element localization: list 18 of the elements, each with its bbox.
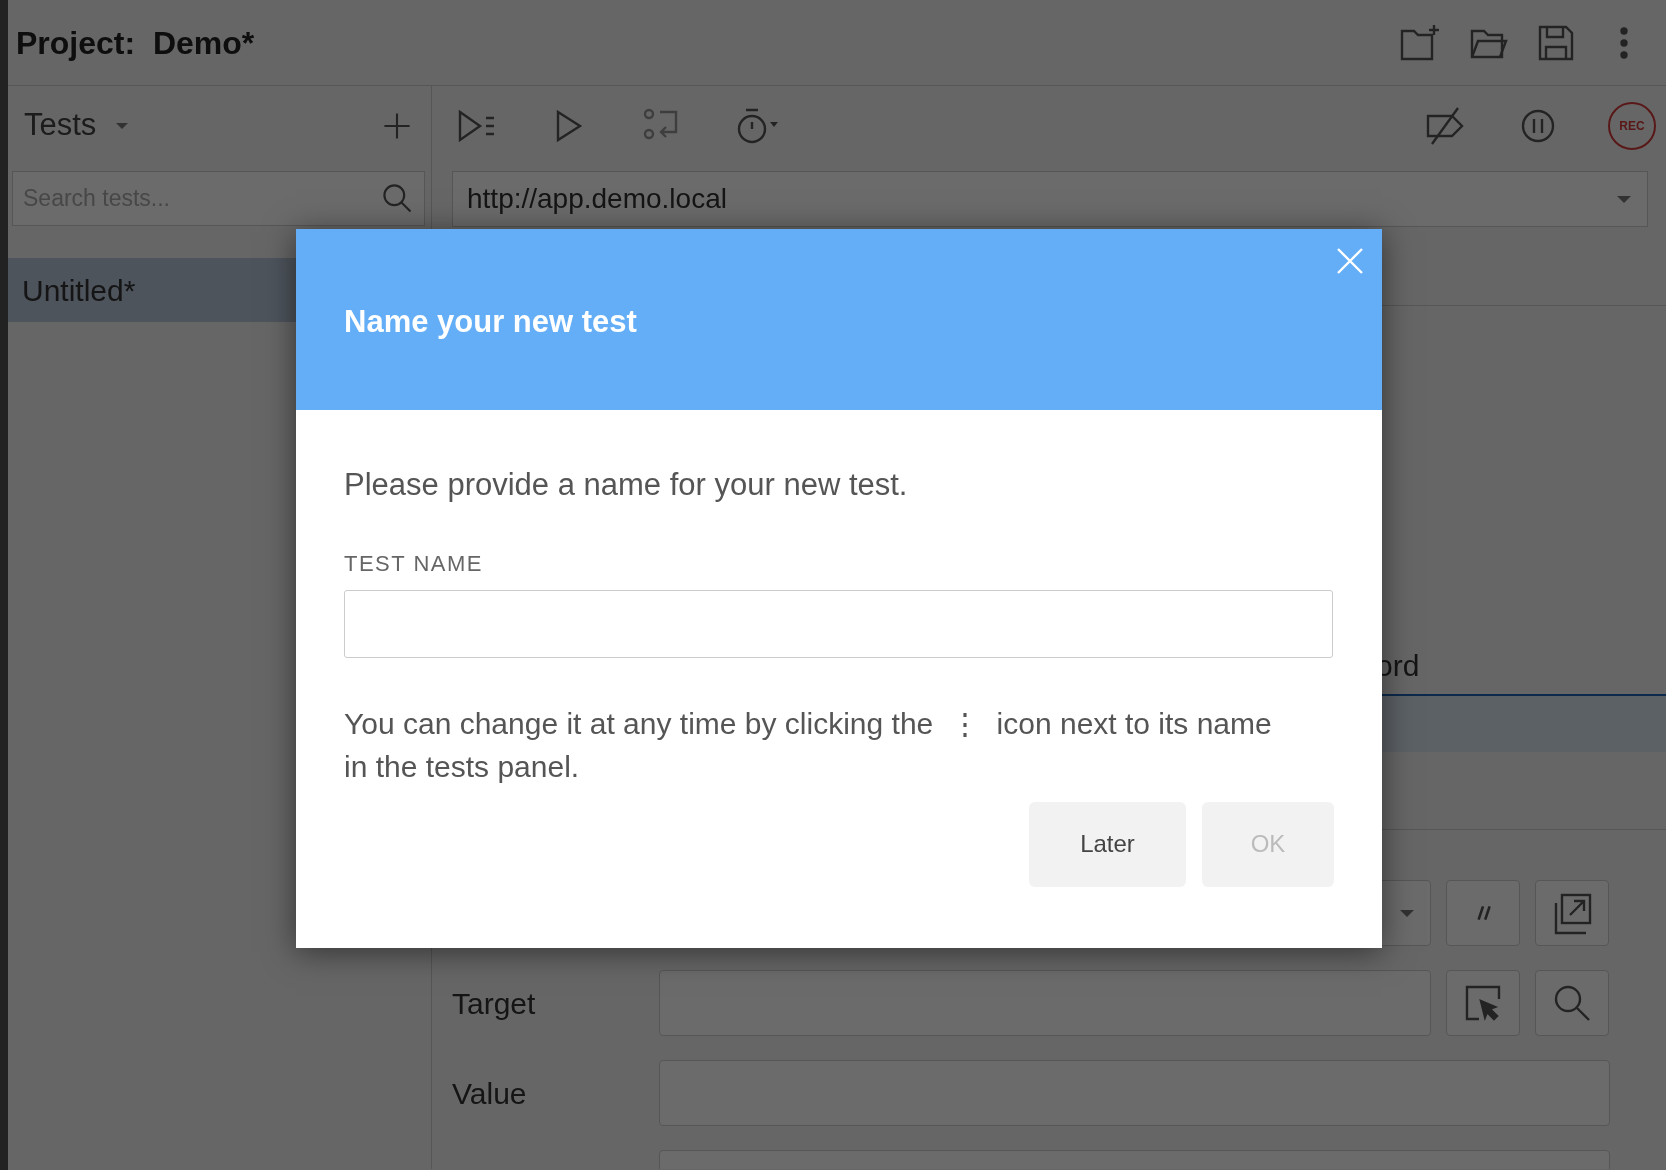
caret-icon[interactable] [1615, 193, 1633, 205]
field-label: TEST NAME [344, 549, 484, 578]
find-button[interactable] [1535, 970, 1609, 1036]
open-button[interactable] [1535, 880, 1609, 946]
input-field[interactable] [659, 970, 1431, 1036]
field-label: Target [452, 985, 537, 1022]
dialog-message: Please provide a name for your new test. [344, 466, 909, 504]
caret-icon [1398, 907, 1416, 919]
url-text: http://app.demo.local [467, 182, 728, 216]
field-label: Value [452, 1075, 528, 1112]
project-title: Project: Demo* [16, 23, 255, 63]
dialog-button[interactable]: Later [1029, 801, 1186, 887]
hint-text: You can change it at any time by clicking the ⋮ icon next to its name in the tests panel. [344, 705, 1273, 785]
select-target-button[interactable] [1446, 970, 1520, 1036]
url-field[interactable]: http://app.demo.local [452, 171, 1648, 227]
panel-title[interactable]: Tests [24, 102, 97, 149]
name-input-field[interactable] [344, 589, 1333, 658]
record-button[interactable]: REC [1608, 101, 1656, 150]
